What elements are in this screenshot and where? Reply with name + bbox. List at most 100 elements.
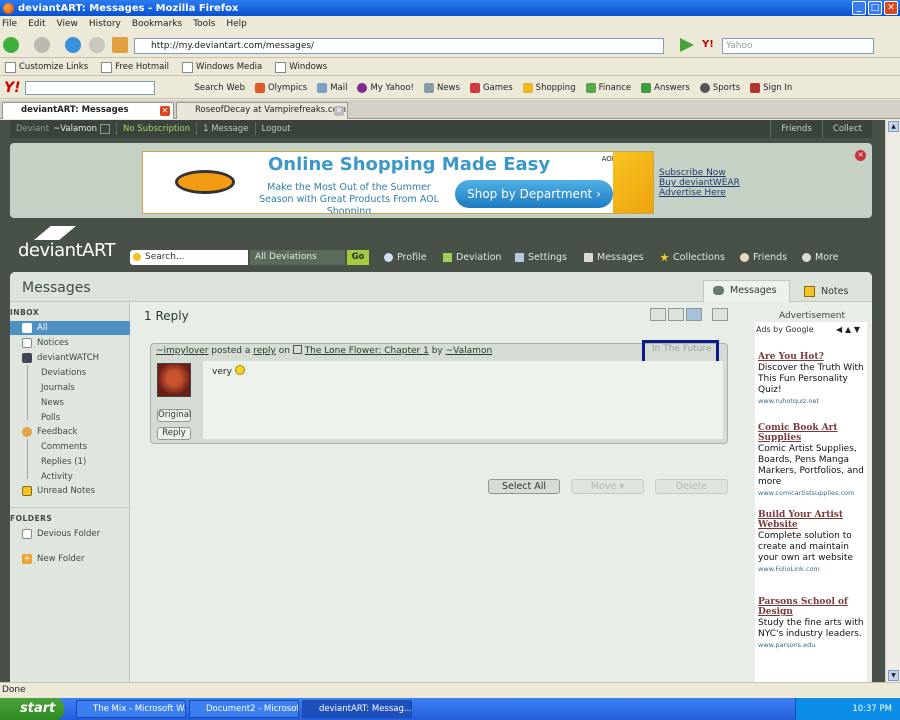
yahoo-search-web[interactable]: Search Web bbox=[195, 83, 245, 93]
collect-menu-button[interactable]: Collect bbox=[821, 120, 872, 138]
menu-history[interactable]: History bbox=[89, 19, 121, 29]
sidebar-item-deviantwatch[interactable]: deviantWATCH bbox=[22, 353, 99, 363]
stop-icon[interactable] bbox=[89, 37, 105, 53]
minimize-button[interactable]: _ bbox=[852, 1, 866, 15]
search-engine-input[interactable]: Yahoo bbox=[722, 38, 874, 54]
close-tab-icon[interactable]: ✕ bbox=[334, 106, 344, 116]
friends-menu-button[interactable]: Friends bbox=[770, 120, 822, 138]
yahoo-finance[interactable]: Finance bbox=[585, 82, 631, 93]
back-arrow-icon[interactable] bbox=[3, 37, 19, 53]
menu-edit[interactable]: Edit bbox=[28, 19, 45, 29]
google-ad[interactable]: Comic Book Art Supplies Comic Artist Sup… bbox=[758, 423, 866, 497]
vertical-scrollbar[interactable]: ▲ ▼ bbox=[885, 120, 900, 682]
yahoo-games[interactable]: Games bbox=[469, 82, 513, 93]
sidebar-sub-news[interactable]: News bbox=[41, 398, 64, 408]
ads-by-google-label[interactable]: Ads by Google bbox=[756, 325, 814, 334]
tab-roseofdecay[interactable]: RoseofDecay at Vampirefreaks.com ✕ bbox=[176, 102, 348, 119]
nav-deviation[interactable]: Deviation bbox=[443, 252, 501, 263]
bookmark-customize-links[interactable]: Customize Links bbox=[5, 61, 88, 73]
tab-notes[interactable]: Notes bbox=[795, 283, 857, 302]
search-scope-select[interactable]: All Deviations bbox=[250, 250, 345, 265]
move-button[interactable]: Move ▾ bbox=[571, 479, 644, 494]
search-go-button[interactable]: Go bbox=[347, 250, 369, 265]
tab-deviantart-messages[interactable]: deviantART: Messages ✕ bbox=[2, 102, 174, 119]
tab-messages[interactable]: Messages bbox=[703, 280, 790, 302]
sidebar-sub-polls[interactable]: Polls bbox=[41, 413, 60, 423]
sidebar-item-unread-notes[interactable]: Unread Notes bbox=[22, 486, 95, 496]
menu-bookmarks[interactable]: Bookmarks bbox=[132, 19, 182, 29]
home-icon[interactable] bbox=[112, 37, 128, 53]
bookmark-windows[interactable]: Windows bbox=[275, 61, 327, 73]
collapse-view-icon[interactable] bbox=[712, 308, 728, 321]
select-all-button[interactable]: Select All bbox=[488, 479, 560, 494]
menu-file[interactable]: File bbox=[2, 19, 17, 29]
shop-by-department-button[interactable]: Shop by Department › bbox=[455, 180, 613, 208]
reply-link[interactable]: reply bbox=[253, 346, 276, 356]
close-ad-icon[interactable]: ✕ bbox=[855, 150, 866, 161]
yahoo-sports[interactable]: Sports bbox=[699, 82, 740, 93]
sidebar-sub-comments[interactable]: Comments bbox=[41, 442, 87, 452]
bookmark-free-hotmail[interactable]: Free Hotmail bbox=[101, 61, 169, 73]
yahoo-shopping[interactable]: Shopping bbox=[522, 82, 576, 93]
yahoo-answers[interactable]: Answers bbox=[641, 82, 690, 93]
reload-icon[interactable] bbox=[65, 37, 81, 53]
bookmark-windows-media[interactable]: Windows Media bbox=[182, 61, 262, 73]
ad-nav-arrows-icon[interactable]: ◀ ▲ ▼ bbox=[836, 325, 860, 334]
url-bar[interactable]: http://my.deviantart.com/messages/ bbox=[134, 38, 664, 54]
sidebar-new-folder[interactable]: + New Folder bbox=[22, 554, 85, 564]
yahoo-search-input[interactable] bbox=[24, 80, 155, 95]
yahoo-olympics[interactable]: Olympics bbox=[254, 82, 307, 93]
user-dropdown-icon[interactable] bbox=[100, 124, 111, 134]
close-window-button[interactable]: ✕ bbox=[884, 1, 898, 15]
subscription-status[interactable]: No Subscription bbox=[123, 124, 190, 134]
taskbar-item-the-mix[interactable]: The Mix - Microsoft W... bbox=[76, 700, 186, 718]
sidebar-sub-replies[interactable]: Replies (1) bbox=[41, 457, 86, 467]
avatar[interactable] bbox=[157, 363, 191, 397]
sidebar-sub-deviations[interactable]: Deviations bbox=[41, 368, 86, 378]
taskbar-item-document2[interactable]: Document2 - Microsof... bbox=[189, 700, 299, 718]
sidebar-item-feedback[interactable]: Feedback bbox=[22, 427, 77, 437]
sidebar-item-all[interactable]: All bbox=[22, 323, 48, 333]
start-button[interactable]: start bbox=[0, 698, 64, 720]
nav-more[interactable]: More bbox=[802, 252, 839, 263]
buy-deviantwear-link[interactable]: Buy deviantWEAR bbox=[659, 178, 740, 188]
sidebar-item-devious-folder[interactable]: Devious Folder bbox=[22, 529, 100, 539]
yahoo-logo[interactable]: Y! bbox=[4, 80, 21, 96]
google-ad[interactable]: Build Your Artist Website Complete solut… bbox=[758, 510, 866, 573]
nav-friends[interactable]: Friends bbox=[740, 252, 787, 263]
taskbar-item-deviantart[interactable]: deviantART: Messag... bbox=[302, 700, 412, 718]
forward-arrow-icon[interactable] bbox=[34, 37, 50, 53]
scroll-up-arrow-icon[interactable]: ▲ bbox=[888, 121, 899, 132]
logout-link[interactable]: Logout bbox=[262, 124, 291, 134]
author-link[interactable]: ~Valamon bbox=[446, 346, 493, 356]
sidebar-sub-activity[interactable]: Activity bbox=[41, 472, 73, 482]
nav-messages[interactable]: Messages bbox=[584, 252, 644, 263]
close-tab-icon[interactable]: ✕ bbox=[160, 106, 170, 116]
deviation-link[interactable]: The Lone Flower: Chapter 1 bbox=[305, 346, 429, 356]
compact-view-icon[interactable] bbox=[668, 308, 684, 321]
original-button[interactable]: Original bbox=[157, 409, 191, 422]
sidebar-sub-journals[interactable]: Journals bbox=[41, 383, 75, 393]
scroll-down-arrow-icon[interactable]: ▼ bbox=[888, 670, 899, 681]
username-link[interactable]: ~Valamon bbox=[53, 124, 97, 134]
deviantart-search-input[interactable]: Search... bbox=[130, 250, 248, 265]
advertise-here-link[interactable]: Advertise Here bbox=[659, 188, 740, 198]
yahoo-sign-in[interactable]: Sign In bbox=[750, 82, 792, 93]
list-view-icon[interactable] bbox=[650, 308, 666, 321]
menu-help[interactable]: Help bbox=[226, 19, 247, 29]
sender-link[interactable]: ~impylover bbox=[156, 346, 208, 356]
menu-tools[interactable]: Tools bbox=[193, 19, 215, 29]
reply-button[interactable]: Reply bbox=[157, 427, 191, 440]
sidebar-item-notices[interactable]: Notices bbox=[22, 338, 69, 348]
delete-button[interactable]: Delete bbox=[655, 479, 728, 494]
menu-view[interactable]: View bbox=[57, 19, 78, 29]
maximize-button[interactable]: □ bbox=[868, 1, 882, 15]
ad-banner[interactable]: Online Shopping Made Easy Make the Most … bbox=[142, 151, 654, 214]
subscribe-now-link[interactable]: Subscribe Now bbox=[659, 168, 740, 178]
detail-view-icon[interactable] bbox=[686, 308, 702, 321]
yahoo-search-engine-icon[interactable]: Y! bbox=[702, 39, 714, 50]
deviantart-logo[interactable]: deviantART bbox=[18, 226, 116, 261]
yahoo-news[interactable]: News bbox=[423, 82, 460, 93]
nav-profile[interactable]: Profile bbox=[384, 252, 427, 263]
google-ad[interactable]: Are You Hot? Discover the Truth With Thi… bbox=[758, 352, 866, 405]
